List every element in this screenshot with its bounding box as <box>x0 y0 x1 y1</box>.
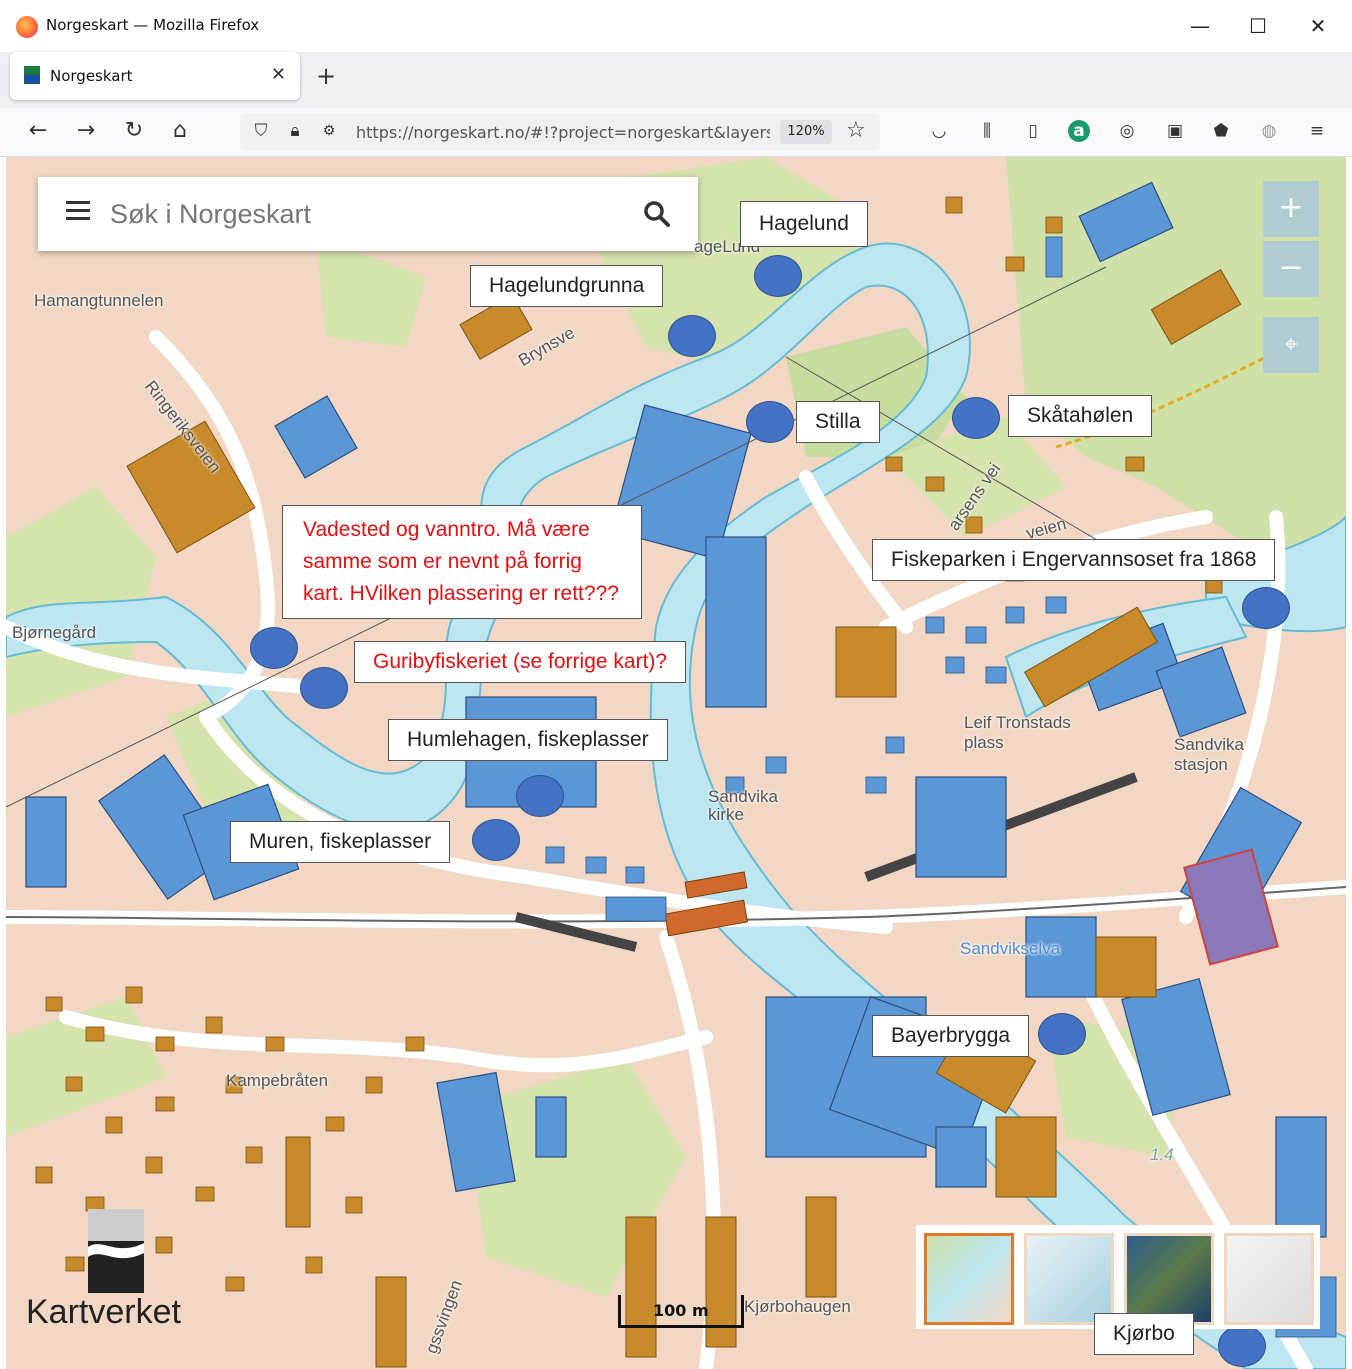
marker-dot-hagelundgrunna[interactable] <box>668 315 716 357</box>
sidebar-icon[interactable]: ▯ <box>1022 120 1044 142</box>
extension-circle-icon[interactable]: ◍ <box>1258 120 1280 142</box>
locate-me-icon[interactable]: ⌖ <box>1263 317 1319 373</box>
map-label-sandvika-stasjon: Sandvika <box>1174 735 1244 754</box>
map-label-sandvika-kirke: Sandvika <box>708 787 778 806</box>
extension-a-icon[interactable]: a <box>1068 120 1090 142</box>
map-label-hamangtunnelen: Hamangtunnelen <box>34 291 164 310</box>
reload-icon[interactable]: ↻ <box>120 118 148 143</box>
marker-dot-vadested[interactable] <box>250 627 298 669</box>
map-label-plass: plass <box>964 733 1004 752</box>
map-label-depth: 1.4 <box>1150 1145 1174 1164</box>
extension-box-icon[interactable]: ▣ <box>1164 120 1186 142</box>
map-label-sandvikselva: Sandvikselva <box>960 939 1061 958</box>
map-label-stasjon: stasjon <box>1174 755 1228 774</box>
annotation-skatahoelen: Skåtahølen <box>1008 395 1153 437</box>
tab-label: Norgeskart <box>50 67 133 85</box>
basemap-sea-thumb[interactable] <box>1024 1233 1114 1325</box>
kartverket-wave-icon <box>88 1209 144 1293</box>
map-label-leif-tronstads: Leif Tronstads <box>964 713 1071 732</box>
back-icon[interactable]: ← <box>24 118 52 143</box>
annotation-stilla: Stilla <box>796 401 880 443</box>
navigation-bar: ← → ↻ ⌂ ⛉ 🔒︎ ⚙ https://norgeskart.no/#!?… <box>0 108 1352 157</box>
tab-bar: Norgeskart ✕ + <box>0 52 1352 108</box>
map-label-kirke: kirke <box>708 805 744 824</box>
hamburger-menu-icon[interactable] <box>66 201 90 221</box>
zoom-level-badge[interactable]: 120% <box>780 120 832 144</box>
scale-bar: 100 m <box>618 1295 744 1328</box>
marker-dot-kjorbo[interactable] <box>1218 1325 1266 1367</box>
url-text[interactable]: https://norgeskart.no/#!?project=norgesk… <box>356 123 770 142</box>
annotation-vadested: Vadested og vanntro. Må være samme som e… <box>282 505 642 619</box>
map-canvas[interactable]: Søk i Norgeskart + − ⌖ Hamangtunnelen Ri… <box>6 157 1346 1369</box>
annotation-hagelundgrunna: Hagelundgrunna <box>470 265 664 307</box>
marker-dot-stilla[interactable] <box>746 401 794 443</box>
close-tab-icon[interactable]: ✕ <box>271 64 286 85</box>
norgeskart-favicon-icon <box>24 66 40 84</box>
new-tab-icon[interactable]: + <box>316 62 336 90</box>
firefox-icon <box>16 16 38 38</box>
lock-icon[interactable]: 🔒︎ <box>284 120 306 142</box>
extension-shield-icon[interactable]: ⬟ <box>1210 120 1232 142</box>
marker-dot-skatahoelen[interactable] <box>952 397 1000 439</box>
basemap-gray-thumb[interactable] <box>1224 1233 1314 1325</box>
marker-dot-fiskeparken[interactable] <box>1242 587 1290 629</box>
annotation-fiskeparken: Fiskeparken i Engervannsoset fra 1868 <box>872 539 1276 581</box>
permissions-icon[interactable]: ⚙ <box>318 120 340 142</box>
bookmark-star-icon[interactable]: ☆ <box>846 118 866 143</box>
marker-dot-hagelund[interactable] <box>754 255 802 297</box>
window-titlebar: Norgeskart — Mozilla Firefox — ☐ ✕ <box>0 0 1352 53</box>
annotation-bayerbrygga: Bayerbrygga <box>872 1015 1030 1057</box>
menu-icon[interactable]: ≡ <box>1306 120 1328 142</box>
annotation-muren: Muren, fiskeplasser <box>230 821 451 863</box>
annotation-guribyfiskeriet: Guribyfiskeriet (se forrige kart)? <box>354 641 687 683</box>
annotation-humlehagen: Humlehagen, fiskeplasser <box>388 719 668 761</box>
extension-search-icon[interactable]: ◎ <box>1116 120 1138 142</box>
minimize-icon[interactable]: — <box>1186 12 1214 40</box>
marker-dot-bayerbrygga[interactable] <box>1038 1013 1086 1055</box>
map-label-kjorbohaugen: Kjørbohaugen <box>744 1297 851 1316</box>
shield-icon[interactable]: ⛉ <box>250 120 272 142</box>
forward-icon[interactable]: → <box>72 118 100 143</box>
home-icon[interactable]: ⌂ <box>166 118 194 143</box>
scale-label: 100 m <box>653 1301 709 1320</box>
url-bar[interactable]: ⛉ 🔒︎ ⚙ https://norgeskart.no/#!?project=… <box>240 114 880 150</box>
marker-dot-muren[interactable] <box>472 819 520 861</box>
zoom-in-button[interactable]: + <box>1263 181 1319 237</box>
tab-norgeskart[interactable]: Norgeskart ✕ <box>10 52 300 100</box>
zoom-out-button[interactable]: − <box>1263 241 1319 297</box>
close-window-icon[interactable]: ✕ <box>1304 12 1332 40</box>
annotation-kjorbo: Kjørbo <box>1094 1313 1194 1355</box>
search-icon[interactable] <box>642 199 672 229</box>
map-label-kampebraten: Kampebråten <box>226 1071 329 1090</box>
map-label-bjornegard: Bjørnegård <box>12 623 97 642</box>
kartverket-logo-icon <box>88 1209 144 1293</box>
maximize-icon[interactable]: ☐ <box>1244 12 1272 40</box>
basemap-topo-thumb[interactable] <box>924 1233 1014 1325</box>
search-placeholder[interactable]: Søk i Norgeskart <box>110 199 311 230</box>
basemap-aerial-thumb[interactable] <box>1124 1233 1214 1325</box>
search-box[interactable]: Søk i Norgeskart <box>38 177 698 251</box>
kartverket-wordmark: Kartverket <box>26 1293 181 1331</box>
marker-dot-guribyfiskeriet[interactable] <box>300 667 348 709</box>
pocket-icon[interactable]: ◡ <box>928 120 950 142</box>
annotation-hagelund: Hagelund <box>740 201 868 247</box>
library-icon[interactable]: ⫼ <box>976 120 998 142</box>
marker-dot-humlehagen[interactable] <box>516 775 564 817</box>
window-title: Norgeskart — Mozilla Firefox <box>46 16 260 34</box>
